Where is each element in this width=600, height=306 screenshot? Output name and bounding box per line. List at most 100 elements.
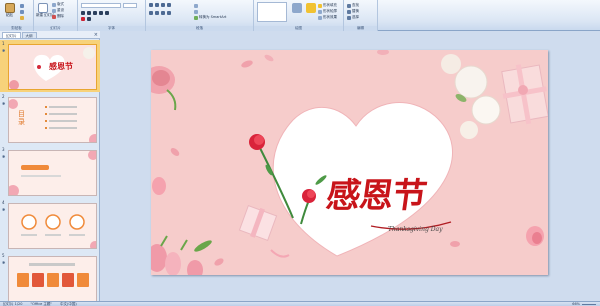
reset-button[interactable]: 重设 (52, 8, 64, 13)
paste-button[interactable]: 粘贴 (3, 2, 16, 19)
case-icon[interactable] (87, 17, 91, 21)
gift-box-icon (501, 64, 548, 125)
font-group: 字体 (78, 0, 146, 31)
font-size-select[interactable] (123, 3, 137, 8)
italic-icon[interactable] (87, 11, 91, 15)
delete-icon (52, 14, 56, 19)
thumb-1-title: 感恩节 (49, 61, 73, 71)
find-button[interactable]: 查找 (347, 3, 359, 8)
increase-indent-icon[interactable] (167, 3, 171, 7)
language-status[interactable]: 中文(中国) (60, 302, 77, 306)
slide-subtitle[interactable]: Thanksgiving Day (388, 226, 442, 233)
thumb-5-art (17, 263, 89, 287)
status-bar: 幻灯片 1/20 "Office 主题" 中文(中国) 66% (0, 301, 600, 306)
animation-star-icon: ✱ (2, 260, 6, 265)
current-slide[interactable]: 感恩节 Thanksgiving Day (151, 50, 548, 275)
shape-effects-button[interactable]: 形状效果 (318, 15, 337, 20)
align-text-icon (194, 9, 198, 14)
slide-thumbnail-3[interactable]: 3 ✱ (0, 146, 100, 198)
white-roses-icon (441, 54, 501, 139)
slide-thumbnail-panel: 幻灯片 大纲 × 1 ✱ 感恩节 2 ✱ 目录 3 ✱ 4 ✱ 5 ✱ (0, 31, 100, 304)
copy-icon[interactable] (20, 10, 24, 14)
pink-flower-icon (526, 226, 544, 246)
slide-thumbnail-1[interactable]: 1 ✱ 感恩节 (0, 40, 100, 92)
slide-editing-area[interactable]: 感恩节 Thanksgiving Day (100, 31, 600, 301)
slide-thumbnail-2[interactable]: 2 ✱ 目录 (0, 93, 100, 145)
animation-star-icon: ✱ (2, 48, 6, 53)
bullets-icon[interactable] (149, 3, 153, 7)
thumb-preview (8, 256, 97, 302)
smartart-icon (194, 15, 198, 20)
rose-top-left-icon (151, 66, 177, 111)
new-slide-button[interactable]: 新建 幻灯片 (36, 2, 55, 19)
shape-fill-button[interactable]: 形状填充 (318, 3, 337, 8)
animation-star-icon: ✱ (2, 154, 6, 159)
slide-thumbnail-5[interactable]: 5 ✱ (0, 252, 100, 304)
font-name-select[interactable] (81, 3, 121, 8)
thumb-3-art (9, 151, 96, 195)
panel-tabs: 幻灯片 大纲 × (0, 31, 100, 39)
font-color-icon[interactable] (81, 17, 85, 21)
underline-icon[interactable] (93, 11, 97, 15)
thumb-preview: 感恩节 (8, 44, 97, 90)
thumb-preview (8, 150, 97, 196)
editing-group: 查找 替换 选择 编辑 (344, 0, 378, 31)
delete-button[interactable]: 删除 (52, 14, 64, 19)
slide-artwork (151, 50, 548, 275)
paste-icon (4, 3, 15, 13)
bold-icon[interactable] (81, 11, 85, 15)
zoom-level[interactable]: 66% (572, 302, 580, 306)
close-icon[interactable]: × (94, 32, 98, 38)
find-icon (347, 3, 351, 8)
zoom-slider[interactable] (582, 304, 596, 305)
animation-star-icon: ✱ (2, 207, 6, 212)
quick-styles-button[interactable] (304, 2, 317, 19)
thumb-4-art (21, 214, 96, 248)
arrange-button[interactable] (290, 2, 303, 19)
theme-status: "Office 主题" (30, 302, 53, 306)
reset-icon (52, 8, 56, 13)
align-text-button[interactable] (194, 9, 199, 14)
replace-button[interactable]: 替换 (347, 9, 359, 14)
justify-icon[interactable] (167, 11, 171, 15)
drawing-group: 形状填充 形状轮廓 形状效果 绘图 (254, 0, 344, 31)
thumb-2-title: 目录 (18, 110, 25, 126)
slide-title[interactable]: 感恩节 (324, 168, 430, 217)
slides-group: 新建 幻灯片 版式 重设 删除 幻灯片 (34, 0, 78, 31)
paragraph-group: 转换为 SmartArt 段落 (146, 0, 254, 31)
pink-flower-icon (152, 177, 166, 195)
slide-thumbnail-4[interactable]: 4 ✱ (0, 199, 100, 251)
align-right-icon[interactable] (161, 11, 165, 15)
numbering-icon[interactable] (155, 3, 159, 7)
align-center-icon[interactable] (155, 11, 159, 15)
tulips-icon (151, 235, 212, 275)
shape-fill-icon (318, 3, 322, 8)
format-painter-icon[interactable] (20, 16, 24, 20)
small-gift-icon (238, 205, 290, 258)
arrange-icon (291, 3, 302, 13)
smartart-button[interactable]: 转换为 SmartArt (194, 15, 226, 20)
strikethrough-icon[interactable] (99, 11, 103, 15)
align-left-icon[interactable] (149, 11, 153, 15)
select-button[interactable]: 选择 (347, 15, 359, 20)
text-direction-button[interactable] (194, 3, 199, 8)
layout-icon (52, 2, 56, 7)
new-slide-icon (37, 3, 48, 13)
shape-outline-button[interactable]: 形状轮廓 (318, 9, 337, 14)
tab-outline[interactable]: 大纲 (21, 32, 37, 38)
shapes-gallery[interactable] (257, 2, 287, 22)
text-direction-icon (194, 3, 198, 8)
ribbon: 粘贴 剪贴板 新建 幻灯片 版式 重设 删除 幻灯片 字体 转换为 SmartA… (0, 0, 600, 31)
shape-outline-icon (318, 9, 322, 14)
shape-effects-icon (318, 15, 322, 20)
tab-slides[interactable]: 幻灯片 (2, 32, 21, 38)
quick-styles-icon (305, 3, 316, 13)
select-icon (347, 15, 351, 20)
decrease-indent-icon[interactable] (161, 3, 165, 7)
shadow-icon[interactable] (105, 11, 109, 15)
layout-button[interactable]: 版式 (52, 2, 64, 7)
thumb-preview: 目录 (8, 97, 97, 143)
cut-icon[interactable] (20, 4, 24, 8)
thumb-preview (8, 203, 97, 249)
clipboard-group: 粘贴 剪贴板 (0, 0, 34, 31)
